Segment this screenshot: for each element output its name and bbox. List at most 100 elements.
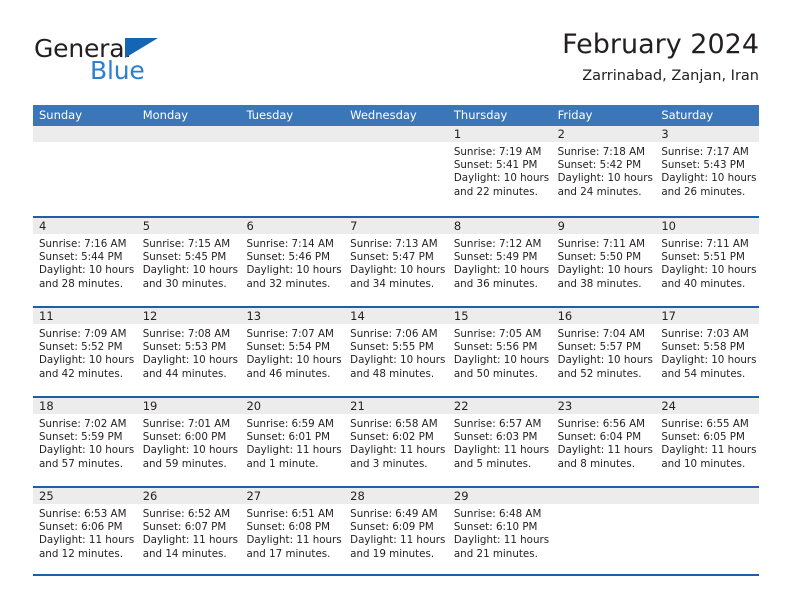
title-block: February 2024 Zarrinabad, Zanjan, Iran <box>279 28 759 85</box>
calendar-cell-day[interactable]: 1 Sunrise: 7:19 AM Sunset: 5:41 PM Daylight… <box>447 126 552 216</box>
day-detail-line: Sunset: 5:55 PM <box>350 341 434 354</box>
day-detail-line: Sunrise: 7:19 AM <box>453 146 542 158</box>
calendar-cell-day[interactable]: 24 Sunrise: 6:55 AM Sunset: 6:05 PM Dayligh… <box>655 398 760 486</box>
calendar-cell-day[interactable]: 2 Sunrise: 7:18 AM Sunset: 5:42 PM Daylight… <box>551 126 656 216</box>
day-detail-line: Daylight: 10 hours <box>142 354 238 367</box>
day-detail-line: Sunset: 5:45 PM <box>142 251 227 264</box>
calendar-cell-day[interactable]: 28 Sunrise: 6:49 AM Sunset: 6:09 PM Dayligh… <box>344 488 448 574</box>
day-detail-line: Sunrise: 7:15 AM <box>142 238 231 250</box>
day-detail-line: Sunrise: 7:01 AM <box>142 418 231 430</box>
day-detail-line: Sunrise: 6:53 AM <box>39 508 127 520</box>
day-details: Sunrise: 6:51 AM Sunset: 6:08 PM Daylight:… <box>240 504 344 561</box>
day-details: Sunrise: 7:11 AM Sunset: 5:51 PM Daylight:… <box>655 234 759 291</box>
page-header: General Blue February 2024 Zarrinabad, Z… <box>33 28 759 98</box>
day-number: 16 <box>551 308 656 324</box>
calendar-week-row: 25 Sunrise: 6:53 AM Sunset: 6:06 PM Dayligh… <box>33 486 760 576</box>
day-detail-line: and 17 minutes. <box>246 547 331 560</box>
day-detail-line: Daylight: 10 hours <box>246 354 342 367</box>
day-detail-line: Sunrise: 7:02 AM <box>39 418 127 430</box>
day-details: Sunrise: 7:19 AM Sunset: 5:41 PM Daylight:… <box>448 142 552 199</box>
day-detail-line: Daylight: 11 hours <box>453 534 550 547</box>
calendar-cell-day[interactable]: 9 Sunrise: 7:11 AM Sunset: 5:50 PM Daylight… <box>551 218 656 306</box>
day-number: 27 <box>240 488 345 504</box>
day-number: 24 <box>655 398 760 414</box>
day-detail-line: Daylight: 10 hours <box>557 264 653 277</box>
day-detail-line: and 1 minute. <box>246 457 319 470</box>
day-number: 26 <box>136 488 241 504</box>
calendar-cell-day[interactable]: 25 Sunrise: 6:53 AM Sunset: 6:06 PM Dayligh… <box>33 488 137 574</box>
day-detail-line: and 24 minutes. <box>557 185 642 198</box>
day-detail-line: Daylight: 11 hours <box>453 444 550 457</box>
day-detail-line: Daylight: 10 hours <box>246 264 342 277</box>
day-detail-line: Sunset: 6:05 PM <box>661 431 745 444</box>
calendar-cell-day[interactable]: 17 Sunrise: 7:03 AM Sunset: 5:58 PM Dayligh… <box>655 308 760 396</box>
day-detail-line: Daylight: 11 hours <box>142 534 238 547</box>
calendar-cell-day[interactable]: 12 Sunrise: 7:08 AM Sunset: 5:53 PM Dayligh… <box>136 308 241 396</box>
calendar-cell-day[interactable]: 11 Sunrise: 7:09 AM Sunset: 5:52 PM Dayligh… <box>33 308 137 396</box>
calendar-cell-day[interactable]: 26 Sunrise: 6:52 AM Sunset: 6:07 PM Dayligh… <box>136 488 241 574</box>
day-details: Sunrise: 6:52 AM Sunset: 6:07 PM Daylight:… <box>137 504 241 561</box>
calendar-cell-day[interactable]: 4 Sunrise: 7:16 AM Sunset: 5:44 PM Daylight… <box>33 218 137 306</box>
day-detail-line: and 34 minutes. <box>350 277 435 290</box>
day-details: Sunrise: 7:03 AM Sunset: 5:58 PM Daylight:… <box>655 324 759 381</box>
day-details: Sunrise: 7:18 AM Sunset: 5:42 PM Daylight:… <box>552 142 656 199</box>
calendar-cell-day[interactable]: 20 Sunrise: 6:59 AM Sunset: 6:01 PM Dayligh… <box>240 398 345 486</box>
calendar-cell-empty <box>551 488 656 574</box>
calendar-body: 1 Sunrise: 7:19 AM Sunset: 5:41 PM Daylight… <box>33 126 760 576</box>
calendar-cell-day[interactable]: 22 Sunrise: 6:57 AM Sunset: 6:03 PM Dayligh… <box>447 398 552 486</box>
calendar-cell-day[interactable]: 19 Sunrise: 7:01 AM Sunset: 6:00 PM Dayligh… <box>136 398 241 486</box>
day-detail-line: Sunrise: 7:13 AM <box>350 238 438 250</box>
logo-word-blue: Blue <box>90 56 145 85</box>
day-number <box>33 126 137 142</box>
calendar-cell-day[interactable]: 27 Sunrise: 6:51 AM Sunset: 6:08 PM Dayligh… <box>240 488 345 574</box>
calendar-cell-day[interactable]: 15 Sunrise: 7:05 AM Sunset: 5:56 PM Dayligh… <box>447 308 552 396</box>
calendar-cell-empty <box>344 126 448 216</box>
calendar-cell-day[interactable]: 23 Sunrise: 6:56 AM Sunset: 6:04 PM Dayligh… <box>551 398 656 486</box>
calendar-cell-day[interactable]: 16 Sunrise: 7:04 AM Sunset: 5:57 PM Dayligh… <box>551 308 656 396</box>
day-details: Sunrise: 6:57 AM Sunset: 6:03 PM Daylight:… <box>448 414 552 471</box>
day-detail-line: Daylight: 10 hours <box>661 264 757 277</box>
day-detail-line: and 46 minutes. <box>246 367 331 380</box>
calendar-cell-day[interactable]: 7 Sunrise: 7:13 AM Sunset: 5:47 PM Daylight… <box>344 218 448 306</box>
day-detail-line: Daylight: 11 hours <box>246 444 342 457</box>
day-detail-line: and 10 minutes. <box>661 457 746 470</box>
day-details: Sunrise: 6:56 AM Sunset: 6:04 PM Daylight:… <box>552 414 656 471</box>
day-number: 29 <box>447 488 552 504</box>
day-number: 9 <box>551 218 656 234</box>
calendar-cell-day[interactable]: 14 Sunrise: 7:06 AM Sunset: 5:55 PM Dayligh… <box>344 308 448 396</box>
day-detail-line: Sunset: 5:42 PM <box>557 159 642 172</box>
day-details: Sunrise: 7:01 AM Sunset: 6:00 PM Daylight:… <box>137 414 241 471</box>
day-detail-line: Daylight: 11 hours <box>246 534 342 547</box>
day-detail-line: Daylight: 11 hours <box>661 444 757 457</box>
calendar-cell-day[interactable]: 21 Sunrise: 6:58 AM Sunset: 6:02 PM Dayligh… <box>344 398 448 486</box>
calendar-cell-day[interactable]: 6 Sunrise: 7:14 AM Sunset: 5:46 PM Daylight… <box>240 218 345 306</box>
day-detail-line: and 54 minutes. <box>661 367 746 380</box>
calendar-cell-day[interactable]: 8 Sunrise: 7:12 AM Sunset: 5:49 PM Daylight… <box>447 218 552 306</box>
day-details: Sunrise: 7:04 AM Sunset: 5:57 PM Daylight:… <box>552 324 656 381</box>
day-detail-line: and 14 minutes. <box>142 547 227 560</box>
day-details: Sunrise: 7:15 AM Sunset: 5:45 PM Daylight:… <box>137 234 241 291</box>
day-detail-line: Daylight: 10 hours <box>557 354 653 367</box>
calendar-cell-day[interactable]: 18 Sunrise: 7:02 AM Sunset: 5:59 PM Dayligh… <box>33 398 137 486</box>
calendar-cell-day[interactable]: 13 Sunrise: 7:07 AM Sunset: 5:54 PM Dayligh… <box>240 308 345 396</box>
calendar-table: Sunday Monday Tuesday Wednesday Thursday Frid… <box>33 105 760 576</box>
page-title: February 2024 <box>562 29 759 60</box>
day-details: Sunrise: 6:48 AM Sunset: 6:10 PM Daylight:… <box>448 504 552 561</box>
day-detail-line: and 52 minutes. <box>557 367 642 380</box>
day-number: 15 <box>447 308 552 324</box>
calendar-cell-day[interactable]: 10 Sunrise: 7:11 AM Sunset: 5:51 PM Dayligh… <box>655 218 760 306</box>
day-detail-line: Daylight: 10 hours <box>661 172 757 185</box>
day-number: 17 <box>655 308 760 324</box>
calendar-cell-day[interactable]: 3 Sunrise: 7:17 AM Sunset: 5:43 PM Daylight… <box>655 126 760 216</box>
day-number: 28 <box>344 488 448 504</box>
calendar-cell-day[interactable]: 29 Sunrise: 6:48 AM Sunset: 6:10 PM Dayligh… <box>447 488 552 574</box>
day-details: Sunrise: 7:07 AM Sunset: 5:54 PM Daylight:… <box>240 324 344 381</box>
calendar-cell-day[interactable]: 5 Sunrise: 7:15 AM Sunset: 5:45 PM Daylight… <box>136 218 241 306</box>
day-number <box>551 488 656 504</box>
day-number: 21 <box>344 398 448 414</box>
general-blue-logo[interactable]: General Blue <box>33 36 243 92</box>
day-detail-line: and 21 minutes. <box>453 547 538 560</box>
day-number <box>655 488 760 504</box>
day-detail-line: Daylight: 10 hours <box>557 172 653 185</box>
day-detail-line: and 48 minutes. <box>350 367 435 380</box>
